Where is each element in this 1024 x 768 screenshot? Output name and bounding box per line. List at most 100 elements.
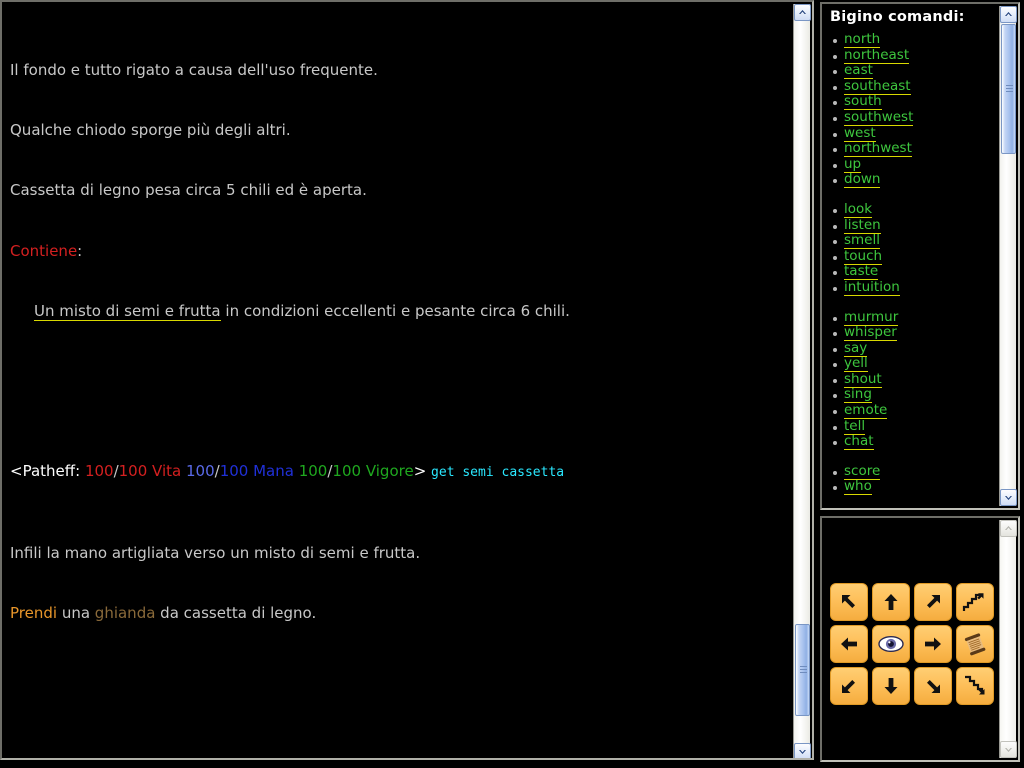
command-link-southeast[interactable]: southeast (844, 77, 911, 95)
commands-sidebar-panel: Bigino comandi: north northeast east sou… (820, 2, 1020, 510)
text: una (57, 604, 95, 623)
command-link-northeast[interactable]: northeast (844, 46, 910, 64)
list-item: smell (833, 232, 1000, 250)
list-item: down (833, 171, 1000, 189)
list-item: murmur (833, 308, 1000, 326)
prompt-vigore-rest: 100 Vigore (332, 462, 414, 481)
northwest-button[interactable] (830, 583, 868, 621)
stairs-up-icon (962, 593, 984, 611)
sidebar-title: Bigino comandi: (830, 9, 965, 25)
sidebar-scroll-thumb[interactable] (1001, 24, 1016, 154)
command-link-north[interactable]: north (844, 31, 881, 48)
list-item: northwest (833, 140, 1000, 158)
main-output-panel: Il fondo e tutto rigato a causa dell'uso… (0, 0, 814, 760)
output-line: Infili la mano artigliata verso un misto… (10, 543, 786, 563)
command-link-yell[interactable]: yell (844, 355, 868, 373)
command-link-tell[interactable]: tell (844, 417, 866, 435)
list-item: chat (833, 433, 1000, 451)
command-link-south[interactable]: south (844, 93, 882, 111)
command-link-say[interactable]: say (844, 339, 868, 357)
line-text: Il fondo e tutto rigato a causa dell'uso… (10, 61, 378, 80)
command-link-touch[interactable]: touch (844, 247, 883, 265)
scroll-icon (964, 633, 986, 656)
chevron-down-icon (1005, 748, 1012, 752)
output-line-contiene: Contiene: (10, 241, 786, 261)
arrow-south-icon (884, 678, 898, 694)
command-group-info: score who (828, 462, 1000, 496)
scroll-thumb[interactable] (795, 624, 810, 716)
command-link-up[interactable]: up (844, 155, 862, 173)
command-link-down[interactable]: down (844, 171, 881, 189)
list-item: tell (833, 417, 1000, 435)
look-button[interactable] (872, 625, 910, 663)
colon: : (77, 241, 83, 260)
northeast-button[interactable] (914, 583, 952, 621)
command-link-shout[interactable]: shout (844, 370, 882, 388)
scroll-button[interactable] (956, 625, 994, 663)
list-item: south (833, 93, 1000, 111)
list-item: west (833, 124, 1000, 142)
sidebar-scrollbar[interactable] (999, 6, 1017, 506)
command-link-murmur[interactable]: murmur (844, 308, 899, 326)
list-item: northeast (833, 46, 1000, 64)
scroll-down-button[interactable] (794, 743, 811, 758)
command-link-listen[interactable]: listen (844, 216, 881, 234)
list-item: yell (833, 355, 1000, 373)
command-link-west[interactable]: west (844, 124, 876, 142)
list-spacer (844, 450, 1000, 464)
game-text-output[interactable]: Il fondo e tutto rigato a causa dell'uso… (2, 2, 790, 758)
command-echo: get semi cassetta (431, 465, 565, 481)
sidebar-scroll-up-button[interactable] (1000, 6, 1017, 23)
direction-keypad-panel (820, 516, 1020, 762)
keypad-scrollbar[interactable] (999, 520, 1017, 758)
command-link-score[interactable]: score (844, 462, 881, 480)
output-line: Cassetta di legno pesa circa 5 chili ed … (10, 180, 786, 200)
command-link-chat[interactable]: chat (844, 433, 874, 451)
command-link-who[interactable]: who (844, 478, 872, 496)
southwest-button[interactable] (830, 667, 868, 705)
line-text: Qualche chiodo sporge più degli altri. (10, 121, 291, 140)
list-item: taste (833, 263, 1000, 281)
keypad-scroll-up-button[interactable] (1000, 520, 1017, 537)
eye-icon (878, 635, 904, 653)
southeast-button[interactable] (914, 667, 952, 705)
app-window: Il fondo e tutto rigato a causa dell'uso… (0, 0, 1024, 768)
list-item: look (833, 200, 1000, 218)
command-link-whisper[interactable]: whisper (844, 324, 897, 342)
list-item: who (833, 478, 1000, 496)
up-button[interactable] (956, 583, 994, 621)
output-line: Il fondo e tutto rigato a causa dell'uso… (10, 60, 786, 80)
command-link-smell[interactable]: smell (844, 232, 880, 250)
list-item: sing (833, 386, 1000, 404)
command-link-sing[interactable]: sing (844, 386, 872, 404)
prompt-player: Patheff (22, 462, 76, 481)
list-item: up (833, 155, 1000, 173)
west-button[interactable] (830, 625, 868, 663)
command-link-intuition[interactable]: intuition (844, 278, 900, 296)
command-link-northwest[interactable]: northwest (844, 140, 912, 158)
scroll-up-button[interactable] (794, 4, 811, 21)
list-item: whisper (833, 324, 1000, 342)
item-link-semi[interactable]: Un misto di semi e frutta (34, 301, 221, 321)
command-link-southwest[interactable]: southwest (844, 108, 914, 126)
sidebar-scroll-down-button[interactable] (1000, 489, 1017, 506)
down-button[interactable] (956, 667, 994, 705)
command-link-look[interactable]: look (844, 200, 873, 218)
south-button[interactable] (872, 667, 910, 705)
north-button[interactable] (872, 583, 910, 621)
prompt-mana-first: 100 (186, 462, 215, 481)
object-ghianda: ghianda (94, 604, 156, 623)
command-link-east[interactable]: east (844, 62, 873, 80)
command-link-taste[interactable]: taste (844, 263, 879, 281)
commands-list-container[interactable]: Bigino comandi: north northeast east sou… (822, 4, 1000, 508)
list-item: score (833, 462, 1000, 480)
east-button[interactable] (914, 625, 952, 663)
list-item: say (833, 339, 1000, 357)
main-scrollbar[interactable] (793, 4, 811, 758)
command-link-emote[interactable]: emote (844, 402, 888, 420)
list-item: southwest (833, 108, 1000, 126)
chevron-up-icon (1005, 12, 1012, 16)
keypad-scroll-down-button[interactable] (1000, 741, 1017, 758)
